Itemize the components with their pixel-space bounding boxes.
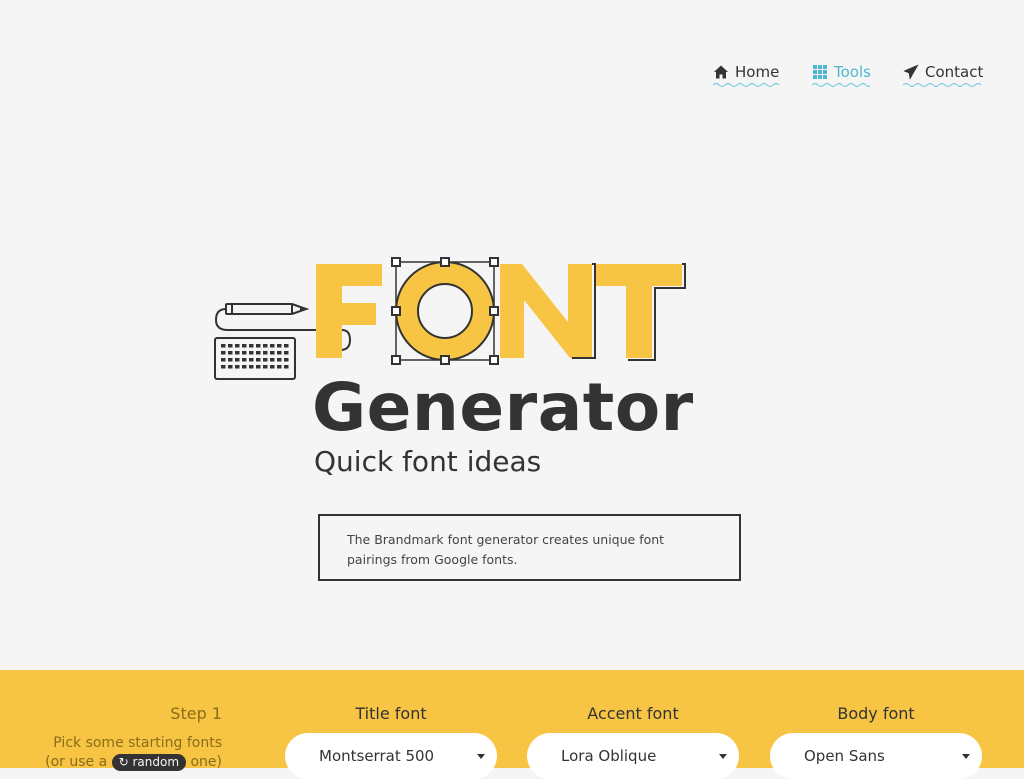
keyboard-key [277, 358, 282, 362]
description-box: The Brandmark font generator creates uni… [318, 514, 741, 581]
keyboard-key [263, 351, 268, 355]
grid-icon [813, 65, 827, 79]
caret-down-icon [719, 754, 727, 759]
keyboard-key [256, 344, 261, 348]
keyboard-key [228, 344, 233, 348]
pencil-icon [225, 303, 310, 315]
title-font-select[interactable]: Montserrat 500 [285, 733, 497, 779]
title-font-heading: Title font [355, 704, 427, 723]
keyboard-key [249, 351, 254, 355]
keyboard-key [242, 365, 247, 369]
step-description: Pick some starting fonts (or use a ↻ ran… [2, 734, 222, 772]
keyboard-key [256, 365, 261, 369]
keyboard-key [256, 358, 261, 362]
keyboard-key [235, 365, 240, 369]
accent-font-value: Lora Oblique [561, 747, 657, 765]
hero-title: Generator [312, 369, 694, 446]
keyboard-key [249, 365, 254, 369]
body-font-select[interactable]: Open Sans [770, 733, 982, 779]
keyboard-key [235, 358, 240, 362]
keyboard-key [263, 365, 268, 369]
keyboard-key [284, 344, 289, 348]
keyboard-key [228, 365, 233, 369]
keyboard-key [270, 365, 275, 369]
nav-tools-underline [812, 82, 870, 88]
nav-tools-label: Tools [834, 63, 871, 81]
keyboard-key [221, 351, 226, 355]
nav-contact-underline [903, 82, 982, 88]
body-font-value: Open Sans [804, 747, 885, 765]
keyboard-key [284, 365, 289, 369]
top-nav: Home Tools Contact [0, 58, 1024, 90]
logo-letter-n [500, 263, 596, 359]
title-font-value: Montserrat 500 [319, 747, 435, 765]
keyboard-icon [214, 337, 296, 380]
keyboard-key [277, 351, 282, 355]
keyboard-key [270, 344, 275, 348]
step-label: Step 1 [170, 704, 222, 723]
keyboard-key [263, 358, 268, 362]
step-desc-line1: Pick some starting fonts [53, 735, 222, 751]
keyboard-key [249, 344, 254, 348]
font-picker-bar: Step 1 Pick some starting fonts (or use … [0, 670, 1024, 779]
random-button[interactable]: ↻ random [111, 754, 187, 771]
keyboard-key [270, 351, 275, 355]
keyboard-key [242, 351, 247, 355]
keyboard-key [242, 358, 247, 362]
nav-tools-link[interactable]: Tools [812, 58, 871, 88]
hero-subtitle: Quick font ideas [314, 445, 542, 478]
keyboard-key [228, 358, 233, 362]
keyboard-key [284, 351, 289, 355]
keyboard-key [249, 358, 254, 362]
home-icon [714, 65, 728, 79]
nav-home-label: Home [735, 63, 780, 81]
paper-plane-icon [903, 64, 919, 80]
keyboard-keys [221, 344, 289, 369]
keyboard-key [242, 344, 247, 348]
keyboard-key [221, 344, 226, 348]
keyboard-key [228, 351, 233, 355]
accent-font-heading: Accent font [587, 704, 679, 723]
accent-font-select[interactable]: Lora Oblique [527, 733, 739, 779]
keyboard-key [221, 358, 226, 362]
nav-home-underline [713, 82, 780, 88]
logo-letter-o [391, 257, 499, 365]
keyboard-key [284, 358, 289, 362]
keyboard-key [277, 365, 282, 369]
keyboard-key [277, 344, 282, 348]
random-label: random [132, 755, 180, 769]
keyboard-key [235, 351, 240, 355]
keyboard-key [270, 358, 275, 362]
caret-down-icon [962, 754, 970, 759]
caret-down-icon [477, 754, 485, 759]
nav-contact-label: Contact [925, 63, 984, 81]
keyboard-key [235, 344, 240, 348]
logo-letter-t [596, 263, 686, 361]
nav-home-link[interactable]: Home [713, 58, 780, 88]
nav-contact-link[interactable]: Contact [903, 58, 984, 88]
description-text: The Brandmark font generator creates uni… [347, 532, 665, 567]
keyboard-key [263, 344, 268, 348]
body-font-heading: Body font [837, 704, 915, 723]
keyboard-key [221, 365, 226, 369]
keyboard-key [256, 351, 261, 355]
